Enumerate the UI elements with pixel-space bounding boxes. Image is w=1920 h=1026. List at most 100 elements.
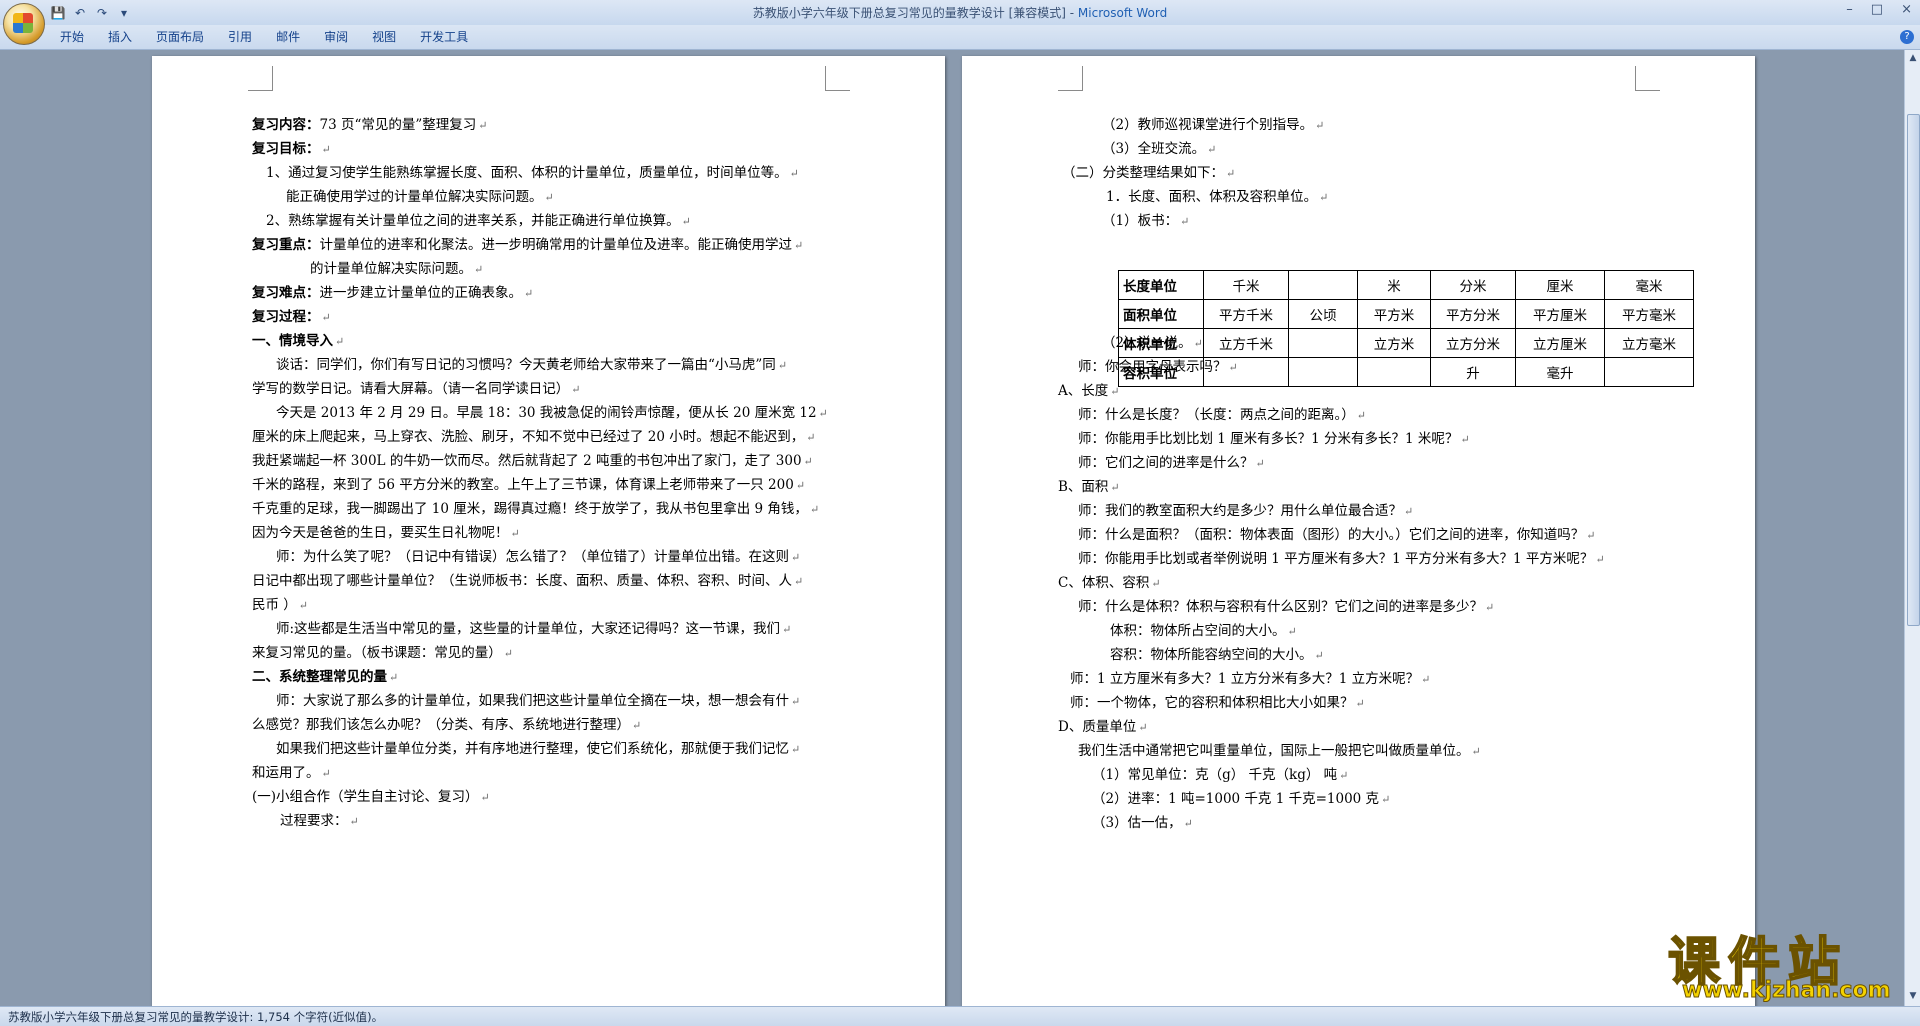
right-line: A、长度 ↵ bbox=[1058, 382, 1119, 401]
line-text: （二）分类整理结果如下： bbox=[1062, 165, 1224, 181]
line-text: (一)小组合作（学生自主讨论、复习） bbox=[252, 789, 479, 805]
table-cell: 毫升 bbox=[1515, 357, 1605, 387]
office-button[interactable] bbox=[3, 3, 45, 45]
vertical-scrollbar[interactable]: ▲ ▼ bbox=[1904, 50, 1920, 1006]
left-line: 2、熟练掌握有关计量单位之间的进率关系，并能正确进行单位换算。 ↵ bbox=[266, 212, 691, 231]
paragraph-mark-icon: ↵ bbox=[321, 767, 331, 780]
maximize-button[interactable]: □ bbox=[1871, 2, 1883, 17]
table-cell: 平方米 bbox=[1357, 299, 1431, 329]
line-heading: 复习目标： bbox=[252, 141, 320, 157]
left-line: 谈话：同学们，你们有写日记的习惯吗？今天黄老师给大家带来了一篇由“小马虎”同 ↵ bbox=[276, 356, 787, 375]
paragraph-mark-icon: ↵ bbox=[1228, 361, 1238, 374]
line-text: 师：你能用手比划或者举例说明 1 平方厘米有多大？1 平方分米有多大？1 平方米… bbox=[1078, 551, 1594, 567]
margin-mark bbox=[1058, 66, 1083, 91]
line-text: 厘米的床上爬起来，马上穿衣、洗脸、刷牙，不知不觉中已经过了 20 小时。想起不能… bbox=[252, 429, 805, 445]
left-line: 师：为什么笑了呢？（日记中有错误）怎么错了？（单位错了）计量单位出错。在这则 ↵ bbox=[276, 548, 800, 567]
table-cell: 立方米 bbox=[1357, 328, 1431, 358]
line-heading: 二、系统整理常见的量 bbox=[252, 669, 387, 685]
table-row: 面积单位 平方千米 公顷 平方米 平方分米 平方厘米 平方毫米 bbox=[1118, 299, 1694, 329]
paragraph-mark-icon: ↵ bbox=[1287, 625, 1297, 638]
minimize-button[interactable]: – bbox=[1846, 2, 1853, 17]
line-text: 1、通过复习使学生能熟练掌握长度、面积、体积的计量单位，质量单位，时间单位等。 bbox=[266, 165, 788, 181]
paragraph-mark-icon: ↵ bbox=[1193, 337, 1203, 350]
paragraph-mark-icon: ↵ bbox=[1485, 601, 1495, 614]
paragraph-mark-icon: ↵ bbox=[1315, 119, 1325, 132]
line-text: 进一步建立计量单位的正确表象。 bbox=[319, 285, 523, 301]
line-text: 日记中都出现了哪些计量单位？（生说师板书：长度、面积、质量、体积、容积、时间、人 bbox=[252, 573, 792, 589]
line-text: 师：你会用字母表示吗？ bbox=[1078, 359, 1227, 375]
line-text: 能正确使用学过的计量单位解决实际问题。 bbox=[286, 189, 543, 205]
line-text: C、体积、容积 bbox=[1058, 575, 1150, 591]
line-text: A、长度 bbox=[1058, 383, 1109, 399]
paragraph-mark-icon: ↵ bbox=[1339, 769, 1349, 782]
line-text: B、面积 bbox=[1058, 479, 1109, 495]
tab-4[interactable]: 邮件 bbox=[266, 29, 314, 45]
right-line: 我们生活中通常把它叫重量单位，国际上一般把它叫做质量单位。 ↵ bbox=[1078, 742, 1481, 761]
left-line: 因为今天是爸爸的生日，要买生日礼物呢！ ↵ bbox=[252, 524, 520, 543]
paragraph-mark-icon: ↵ bbox=[1355, 697, 1365, 710]
line-text: （1）常见单位：克（g） 千克（kg） 吨 bbox=[1092, 767, 1338, 783]
tab-5[interactable]: 审阅 bbox=[314, 29, 362, 45]
paragraph-mark-icon: ↵ bbox=[791, 551, 801, 564]
left-line: (一)小组合作（学生自主讨论、复习） ↵ bbox=[252, 788, 490, 807]
right-line: （2）说一说。 ↵ bbox=[1102, 334, 1203, 353]
office-logo-icon bbox=[13, 13, 33, 33]
line-text: （3）全班交流。 bbox=[1102, 141, 1206, 157]
page-right[interactable]: 长度单位 千米 米分米 厘米 毫米 面积单位 平方千米 公顷 平方米 平方分米 平方厘米 平方毫米 体积… bbox=[962, 56, 1755, 1006]
tab-6[interactable]: 视图 bbox=[362, 29, 410, 45]
paragraph-mark-icon: ↵ bbox=[681, 215, 691, 228]
right-line: 师：什么是面积？（面积：物体表面（图形）的大小。）它们之间的进率，你知道吗？ ↵ bbox=[1078, 526, 1595, 545]
right-line: （1）常见单位：克（g） 千克（kg） 吨 ↵ bbox=[1092, 766, 1348, 785]
paragraph-mark-icon: ↵ bbox=[809, 503, 820, 516]
line-text: 千米的路程，来到了 56 平方分米的教室。上午上了三节课，体育课上老师带来了一只… bbox=[252, 477, 794, 493]
paragraph-mark-icon: ↵ bbox=[777, 359, 788, 372]
paragraph-mark-icon: ↵ bbox=[794, 575, 804, 588]
left-line: 师:这些都是生活当中常见的量，这些量的计量单位，大家还记得吗？这一节课，我们 ↵ bbox=[276, 620, 791, 639]
line-text: （2）进率：1 吨=1000 千克 1 千克=1000 克 bbox=[1092, 791, 1380, 807]
tab-0[interactable]: 开始 bbox=[50, 29, 98, 45]
tab-7[interactable]: 开发工具 bbox=[410, 29, 482, 45]
line-text: 谈话：同学们，你们有写日记的习惯吗？今天黄老师给大家带来了一篇由“小马虎”同 bbox=[276, 357, 776, 373]
left-line: 过程要求： ↵ bbox=[280, 812, 359, 831]
tab-2[interactable]: 页面布局 bbox=[146, 29, 218, 45]
left-line: 千克重的足球，我一脚踢出了 10 厘米，踢得真过瘾！终于放学了，我从书包里拿出 … bbox=[252, 500, 819, 519]
left-line: 一、情境导入 ↵ bbox=[252, 332, 344, 351]
left-line: 厘米的床上爬起来，马上穿衣、洗脸、刷牙，不知不觉中已经过了 20 小时。想起不能… bbox=[252, 428, 815, 447]
paragraph-mark-icon: ↵ bbox=[795, 479, 806, 492]
line-text: 师：1 立方厘米有多大？1 立方分米有多大？1 立方米呢？ bbox=[1070, 671, 1420, 687]
right-line: （3）估一估， ↵ bbox=[1092, 814, 1193, 833]
ribbon-tabs: 开始 插入 页面布局 引用 邮件 审阅 视图 开发工具 bbox=[50, 29, 482, 45]
line-text: 师：什么是面积？（面积：物体表面（图形）的大小。）它们之间的进率，你知道吗？ bbox=[1078, 527, 1585, 543]
line-text: 因为今天是爸爸的生日，要买生日礼物呢！ bbox=[252, 525, 509, 541]
scroll-thumb[interactable] bbox=[1907, 114, 1920, 626]
paragraph-mark-icon: ↵ bbox=[1226, 167, 1236, 180]
paragraph-mark-icon: ↵ bbox=[321, 143, 331, 156]
paragraph-mark-icon: ↵ bbox=[544, 191, 554, 204]
line-text: 和运用了。 bbox=[252, 765, 320, 781]
tab-1[interactable]: 插入 bbox=[98, 29, 146, 45]
close-button[interactable]: × bbox=[1901, 2, 1912, 17]
right-line: 师：一个物体，它的容积和体积相比大小如果？ ↵ bbox=[1070, 694, 1365, 713]
paragraph-mark-icon: ↵ bbox=[1314, 649, 1324, 662]
document-area: 复习内容：73 页“常见的量”整理复习 ↵ 复习目标： ↵ 1、通过复习使学生能熟练掌握… bbox=[0, 50, 1904, 1006]
page-left[interactable]: 复习内容：73 页“常见的量”整理复习 ↵ 复习目标： ↵ 1、通过复习使学生能熟练掌握… bbox=[152, 56, 945, 1006]
scroll-up-icon[interactable]: ▲ bbox=[1907, 52, 1919, 64]
paragraph-mark-icon: ↵ bbox=[335, 335, 345, 348]
paragraph-mark-icon: ↵ bbox=[389, 671, 399, 684]
tab-3[interactable]: 引用 bbox=[218, 29, 266, 45]
left-line: 能正确使用学过的计量单位解决实际问题。 ↵ bbox=[286, 188, 554, 207]
line-text: 师：什么是长度？（长度：两点之间的距离。） bbox=[1078, 407, 1355, 423]
paragraph-mark-icon: ↵ bbox=[524, 287, 534, 300]
right-line: 师：什么是长度？（长度：两点之间的距离。） ↵ bbox=[1078, 406, 1366, 425]
left-line: 复习过程： ↵ bbox=[252, 308, 331, 327]
paragraph-mark-icon: ↵ bbox=[349, 815, 359, 828]
help-icon[interactable]: ? bbox=[1900, 30, 1914, 44]
line-text: 过程要求： bbox=[280, 813, 348, 829]
right-line: （1）板书： ↵ bbox=[1102, 212, 1189, 231]
paragraph-mark-icon: ↵ bbox=[1381, 793, 1391, 806]
line-text: 师：你能用手比划比划 1 厘米有多长？1 分米有多长？1 米呢？ bbox=[1078, 431, 1459, 447]
paragraph-mark-icon: ↵ bbox=[789, 167, 799, 180]
paragraph-mark-icon: ↵ bbox=[1595, 553, 1605, 566]
right-line: （2）教师巡视课堂进行个别指导。 ↵ bbox=[1102, 116, 1324, 135]
table-cell: 平方厘米 bbox=[1515, 299, 1605, 329]
